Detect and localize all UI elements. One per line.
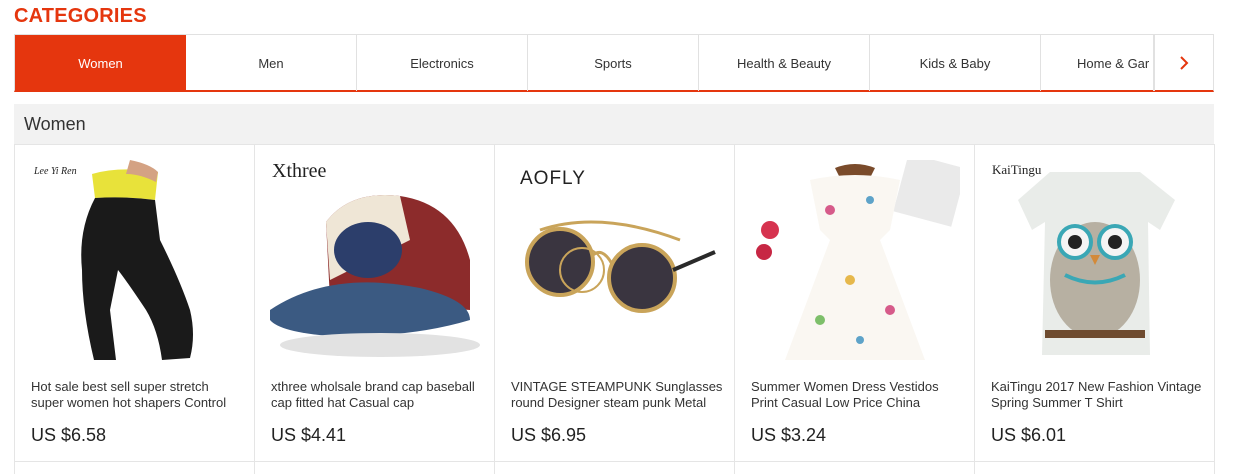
- tab-men[interactable]: Men: [186, 35, 357, 91]
- product-brand-logo: AOFLY: [520, 168, 586, 189]
- tab-health-beauty[interactable]: Health & Beauty: [699, 35, 870, 91]
- tabs-next-button[interactable]: [1154, 35, 1212, 91]
- product-image[interactable]: Xthree: [270, 160, 480, 365]
- product-image[interactable]: KaiTingu: [990, 160, 1200, 365]
- product-price: US $6.01: [991, 425, 1067, 445]
- category-tabs: Women Men Electronics Sports Health & Be…: [14, 34, 1214, 92]
- product-name[interactable]: KaiTingu 2017 New Fashion Vintage Spring…: [991, 379, 1203, 411]
- tab-electronics[interactable]: Electronics: [357, 35, 528, 91]
- product-card[interactable]: Lee Yi Ren Hot sale best sell super stre…: [15, 144, 255, 474]
- product-brand-logo: Xthree: [272, 160, 327, 182]
- tab-women[interactable]: Women: [15, 35, 186, 91]
- product-name[interactable]: Summer Women Dress Vestidos Print Casual…: [751, 379, 963, 411]
- tab-home-garden[interactable]: Home & Gar: [1041, 35, 1154, 91]
- section-header: Women: [14, 104, 1214, 144]
- tab-sports[interactable]: Sports: [528, 35, 699, 91]
- product-price: US $4.41: [271, 425, 347, 445]
- product-name[interactable]: VINTAGE STEAMPUNK Sunglasses round Desig…: [511, 379, 723, 411]
- product-card[interactable]: KaiTingu KaiTingu 2017 New Fashion Vinta…: [975, 144, 1215, 474]
- product-brand-logo: KaiTingu: [992, 162, 1042, 177]
- product-card[interactable]: AOFLY VINTAGE STEAMPUNK Sunglasses round…: [495, 144, 735, 474]
- product-price: US $3.24: [751, 425, 827, 445]
- categories-title: CATEGORIES: [14, 5, 147, 27]
- product-price: US $6.58: [31, 425, 107, 445]
- section-title: Women: [24, 114, 86, 134]
- product-image[interactable]: AOFLY: [510, 160, 720, 365]
- grid-row-divider: [14, 461, 1215, 462]
- product-card[interactable]: Xthree xthree wholsale brand cap basebal…: [255, 144, 495, 474]
- product-brand-logo: Lee Yi Ren: [34, 166, 77, 177]
- product-name[interactable]: xthree wholsale brand cap baseball cap f…: [271, 379, 483, 411]
- chevron-right-icon: [1179, 56, 1188, 70]
- product-image[interactable]: Lee Yi Ren: [30, 160, 240, 365]
- product-grid: Lee Yi Ren Hot sale best sell super stre…: [14, 144, 1216, 474]
- product-name[interactable]: Hot sale best sell super stretch super w…: [31, 379, 243, 411]
- product-card[interactable]: Summer Women Dress Vestidos Print Casual…: [735, 144, 975, 474]
- product-price: US $6.95: [511, 425, 587, 445]
- tab-kids-baby[interactable]: Kids & Baby: [870, 35, 1041, 91]
- product-image[interactable]: [750, 160, 960, 365]
